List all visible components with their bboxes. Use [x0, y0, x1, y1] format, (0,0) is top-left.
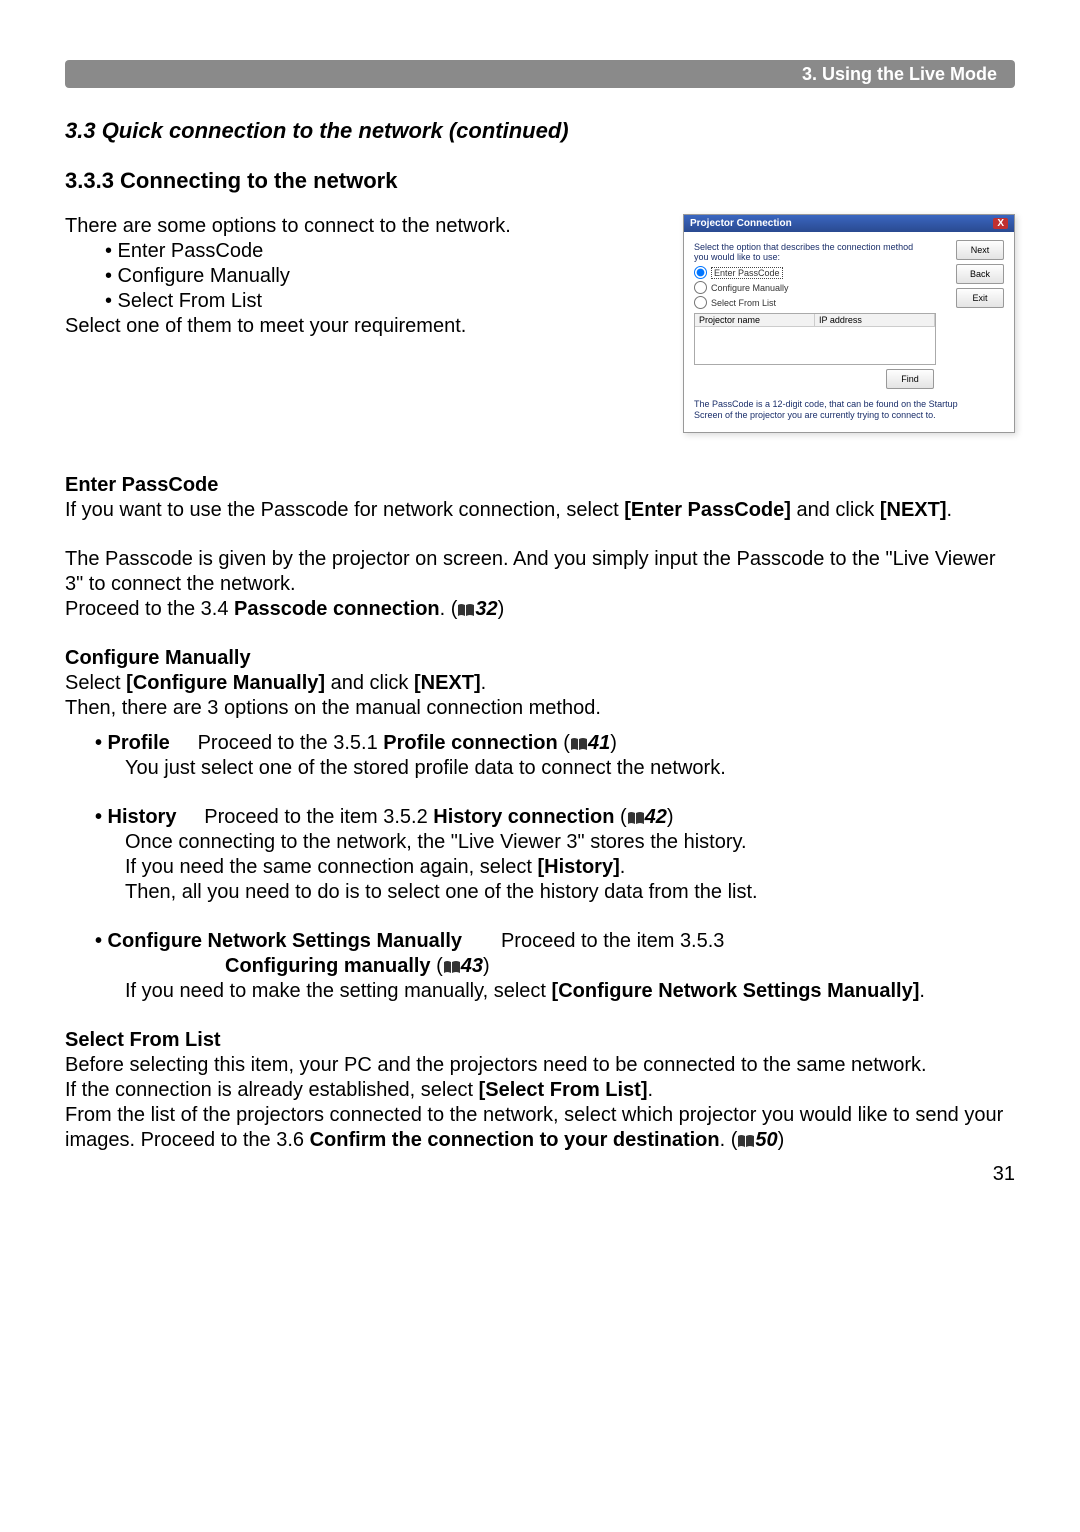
- configure-manually-section: Configure Manually Select [Configure Man…: [65, 646, 1015, 721]
- projector-list[interactable]: Projector name IP address: [694, 313, 936, 365]
- radio-input[interactable]: [694, 281, 707, 294]
- col-projector-name: Projector name: [695, 314, 815, 326]
- select-from-list-section: Select From List Before selecting this i…: [65, 1028, 1015, 1153]
- find-button[interactable]: Find: [886, 369, 934, 389]
- next-button[interactable]: Next: [956, 240, 1004, 260]
- profile-desc: You just select one of the stored profil…: [65, 756, 1015, 781]
- book-icon: [737, 1134, 755, 1148]
- book-icon: [443, 960, 461, 974]
- col-ip-address: IP address: [815, 314, 935, 326]
- book-icon: [627, 811, 645, 825]
- dialog-title-text: Projector Connection: [690, 218, 792, 229]
- back-button[interactable]: Back: [956, 264, 1004, 284]
- manual-bullet: • Configure Network Settings Manually Pr…: [65, 929, 1015, 979]
- section-title: 3.3 Quick connection to the network (con…: [65, 118, 1015, 144]
- book-icon: [570, 737, 588, 751]
- radio-input[interactable]: [694, 266, 707, 279]
- enter-passcode-section: Enter PassCode If you want to use the Pa…: [65, 473, 1015, 523]
- book-icon: [457, 603, 475, 617]
- subsection-title: 3.3.3 Connecting to the network: [65, 168, 1015, 194]
- page-number: 31: [65, 1163, 1015, 1186]
- chapter-label: 3. Using the Live Mode: [802, 64, 997, 85]
- exit-button[interactable]: Exit: [956, 288, 1004, 308]
- history-bullet: • History Proceed to the item 3.5.2 Hist…: [65, 805, 1015, 830]
- manual-desc: If you need to make the setting manually…: [65, 979, 1015, 1004]
- history-desc: Once connecting to the network, the "Liv…: [65, 830, 1015, 905]
- enter-passcode-para2: The Passcode is given by the projector o…: [65, 547, 1015, 622]
- radio-input[interactable]: [694, 296, 707, 309]
- dialog-footer-text: The PassCode is a 12-digit code, that ca…: [694, 399, 1004, 422]
- close-icon[interactable]: X: [993, 218, 1008, 229]
- header-bar: 3. Using the Live Mode: [65, 60, 1015, 88]
- projector-connection-dialog: Projector Connection X Next Back Exit Se…: [683, 214, 1015, 433]
- profile-bullet: • Profile Proceed to the 3.5.1 Profile c…: [65, 731, 1015, 756]
